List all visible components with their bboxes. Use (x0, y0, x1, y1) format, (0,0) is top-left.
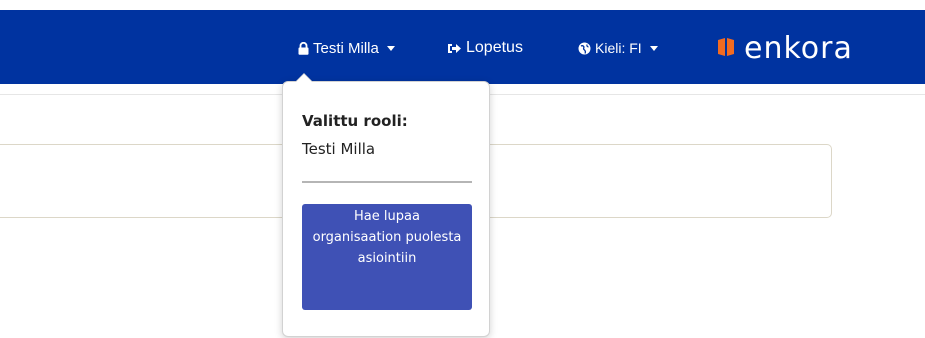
language-label: Kieli: FI (595, 40, 642, 56)
enkora-logo-mark-icon (718, 37, 738, 62)
selected-role-heading: Valittu rooli: (302, 112, 408, 130)
role-menu-divider (302, 181, 472, 183)
logout-label: Lopetus (466, 39, 523, 56)
logo-text: enkora (744, 31, 853, 66)
user-menu-toggle[interactable]: Testi Milla (298, 36, 395, 60)
top-navigation-bar: Testi Milla Lopetus Kieli: FI enkora (0, 10, 925, 84)
caret-down-icon (386, 45, 395, 51)
role-dropdown-menu: Valittu rooli: Testi Milla Hae lupaa org… (282, 73, 490, 337)
enkora-logo[interactable]: enkora (718, 34, 853, 64)
sign-out-icon (447, 42, 462, 55)
selected-role-name: Testi Milla (302, 140, 376, 158)
caret-down-icon (649, 45, 658, 51)
language-menu-toggle[interactable]: Kieli: FI (578, 36, 658, 60)
logout-link[interactable]: Lopetus (447, 36, 523, 60)
globe-icon (578, 42, 591, 55)
user-menu-label: Testi Milla (313, 39, 379, 57)
request-org-permission-button[interactable]: Hae lupaa organisaation puolesta asioint… (302, 204, 472, 310)
page: Testi Milla Lopetus Kieli: FI enkora Val… (0, 0, 925, 338)
lock-icon (298, 41, 309, 55)
